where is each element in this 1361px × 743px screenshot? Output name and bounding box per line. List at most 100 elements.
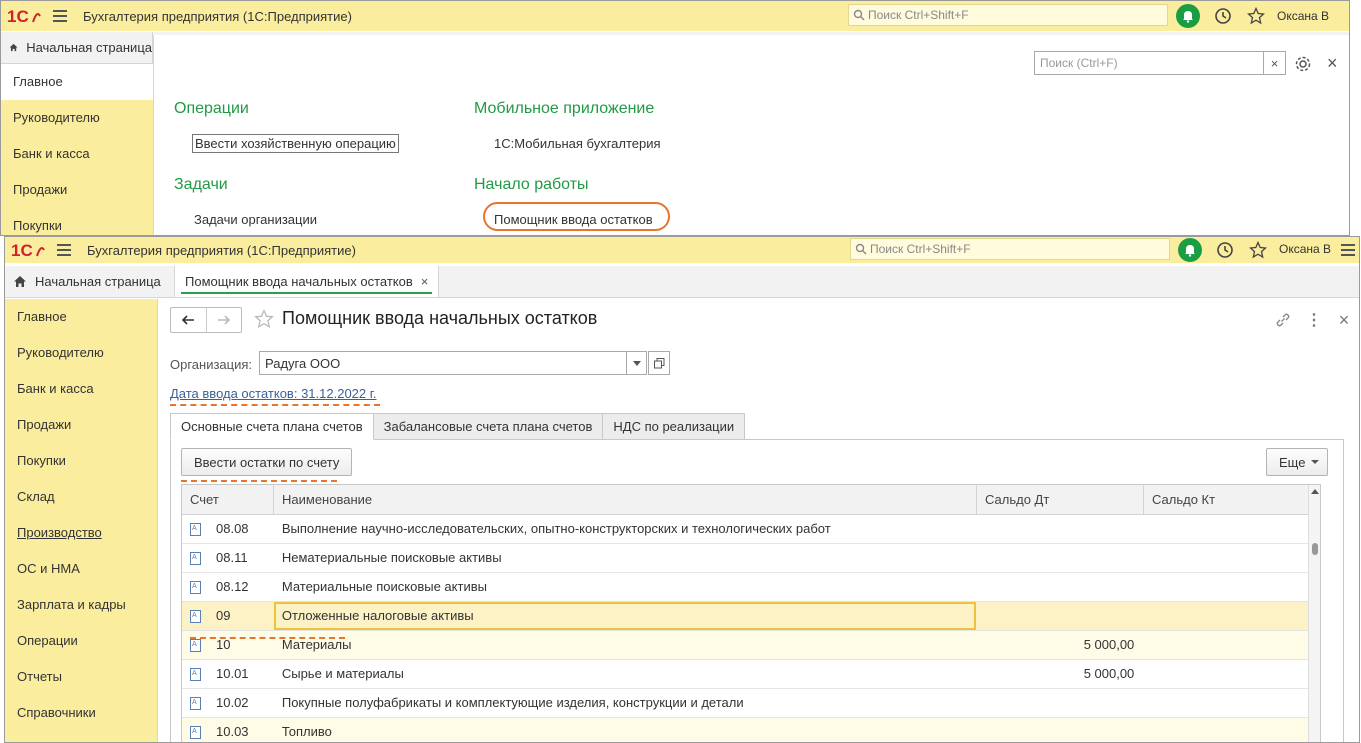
search-icon bbox=[855, 243, 867, 255]
main-menu-icon[interactable] bbox=[53, 10, 67, 22]
column-header[interactable]: Наименование bbox=[274, 485, 977, 514]
account-icon bbox=[190, 515, 201, 543]
favorites-star-icon[interactable] bbox=[1249, 241, 1267, 259]
table-row[interactable]: 10 Материалы 5 000,00 bbox=[182, 631, 1308, 660]
front-window: 1С Бухгалтерия предприятия (1С:Предприят… bbox=[4, 236, 1360, 743]
arrow-right-icon bbox=[217, 315, 230, 325]
user-name[interactable]: Оксана В bbox=[1277, 9, 1329, 23]
more-menu-icon[interactable] bbox=[1341, 244, 1355, 256]
favorite-star-icon[interactable] bbox=[254, 309, 274, 329]
open-window-icon bbox=[653, 357, 664, 368]
notifications-bell-icon[interactable] bbox=[1176, 4, 1200, 28]
history-icon[interactable] bbox=[1214, 7, 1232, 25]
sidebar-item-management[interactable]: Руководителю bbox=[5, 335, 157, 371]
account-icon bbox=[190, 689, 201, 717]
sidebar-item-main[interactable]: Главное bbox=[5, 299, 157, 335]
table-body: 08.08 Выполнение научно-исследовательски… bbox=[182, 515, 1308, 742]
sidebar-item-bank[interactable]: Банк и касса bbox=[5, 371, 157, 407]
sidebar-item-reports[interactable]: Отчеты bbox=[5, 659, 157, 695]
chevron-down-icon bbox=[1311, 460, 1320, 464]
settings-gear-icon[interactable] bbox=[1294, 55, 1312, 73]
home-tab[interactable]: Начальная страница bbox=[5, 266, 175, 297]
section-title-tasks: Задачи bbox=[174, 176, 228, 193]
more-button[interactable]: Еще bbox=[1266, 448, 1329, 476]
focused-cell[interactable]: Отложенные налоговые активы bbox=[273, 602, 976, 630]
app-title: Бухгалтерия предприятия (1С:Предприятие) bbox=[83, 8, 352, 24]
account-icon bbox=[190, 573, 201, 601]
sidebar-item-purchases[interactable]: Покупки bbox=[1, 208, 153, 235]
table-row[interactable]: 08.11 Нематериальные поисковые активы bbox=[182, 544, 1308, 573]
arrow-left-icon bbox=[182, 315, 195, 325]
link-icon[interactable] bbox=[1274, 311, 1292, 329]
sidebar: Главное Руководителю Банк и касса Продаж… bbox=[5, 299, 157, 742]
back-button[interactable] bbox=[171, 308, 207, 332]
close-icon[interactable]: × bbox=[1335, 310, 1353, 330]
global-search-input[interactable]: Поиск Ctrl+Shift+F bbox=[850, 238, 1170, 260]
notifications-bell-icon[interactable] bbox=[1178, 238, 1202, 262]
home-icon bbox=[9, 43, 18, 52]
annotation-underline bbox=[170, 404, 380, 406]
sidebar-item-sales[interactable]: Продажи bbox=[1, 172, 153, 208]
sidebar-item-main[interactable]: Главное bbox=[1, 64, 153, 100]
date-link[interactable]: Дата ввода остатков: 31.12.2022 г. bbox=[170, 386, 377, 401]
account-icon bbox=[190, 544, 201, 572]
home-tab[interactable]: Начальная страница bbox=[1, 32, 153, 63]
org-open-button[interactable] bbox=[648, 351, 670, 375]
scroll-thumb[interactable] bbox=[1312, 543, 1318, 555]
tab-main-accounts[interactable]: Основные счета плана счетов bbox=[170, 413, 374, 440]
history-icon[interactable] bbox=[1216, 241, 1234, 259]
account-icon bbox=[190, 718, 201, 742]
table-row[interactable]: 08.08 Выполнение научно-исследовательски… bbox=[182, 515, 1308, 544]
tab-panel: Ввести остатки по счету Еще Счет Наимено… bbox=[170, 439, 1344, 742]
tabs: Основные счета плана счетов Забалансовые… bbox=[170, 413, 746, 440]
column-header[interactable]: Сальдо Кт bbox=[1144, 485, 1310, 514]
sidebar-item-production[interactable]: Производство bbox=[5, 515, 157, 551]
tab-offbalance-accounts[interactable]: Забалансовые счета плана счетов bbox=[372, 413, 604, 440]
sidebar-item-catalogs[interactable]: Справочники bbox=[5, 695, 157, 731]
column-header[interactable]: Счет bbox=[182, 485, 274, 514]
user-name[interactable]: Оксана В bbox=[1279, 242, 1331, 256]
sidebar-item-assets[interactable]: ОС и НМА bbox=[5, 551, 157, 587]
sidebar-item-sales[interactable]: Продажи bbox=[5, 407, 157, 443]
table-row-selected[interactable]: 09 Отложенные налоговые активы bbox=[182, 602, 1308, 631]
table-row[interactable]: 10.02 Покупные полуфабрикаты и комплекту… bbox=[182, 689, 1308, 718]
forward-button[interactable] bbox=[207, 308, 242, 332]
column-header[interactable]: Сальдо Дт bbox=[977, 485, 1144, 514]
clear-search-button[interactable]: × bbox=[1264, 51, 1286, 75]
sidebar-item-payroll[interactable]: Зарплата и кадры bbox=[5, 587, 157, 623]
table-row[interactable]: 10.01 Сырье и материалы 5 000,00 bbox=[182, 660, 1308, 689]
link-mobile-accounting[interactable]: 1С:Мобильная бухгалтерия bbox=[494, 136, 661, 151]
sidebar-item-purchases[interactable]: Покупки bbox=[5, 443, 157, 479]
vertical-scrollbar[interactable] bbox=[1308, 485, 1320, 742]
sidebar-item-operations[interactable]: Операции bbox=[5, 623, 157, 659]
page-title: Помощник ввода начальных остатков bbox=[282, 308, 598, 328]
table-row[interactable]: 10.03 Топливо bbox=[182, 718, 1308, 742]
tab-balance-assistant[interactable]: Помощник ввода начальных остатков × bbox=[175, 266, 440, 297]
tab-vat[interactable]: НДС по реализации bbox=[602, 413, 746, 440]
more-actions-icon[interactable]: ⋮ bbox=[1305, 311, 1323, 329]
close-icon[interactable]: × bbox=[1327, 53, 1338, 74]
favorites-star-icon[interactable] bbox=[1247, 7, 1265, 25]
svg-text:1С: 1С bbox=[11, 241, 33, 259]
close-tab-icon[interactable]: × bbox=[421, 274, 429, 289]
scroll-up-icon[interactable] bbox=[1311, 489, 1319, 494]
assistant-form: Помощник ввода начальных остатков ⋮ × Ор… bbox=[157, 299, 1359, 742]
enter-balance-button[interactable]: Ввести остатки по счету bbox=[181, 448, 353, 476]
section-title-operations: Операции bbox=[174, 100, 249, 117]
sidebar-item-management[interactable]: Руководителю bbox=[1, 100, 153, 136]
annotation-underline bbox=[181, 480, 337, 482]
page-search-input[interactable]: Поиск (Ctrl+F) bbox=[1034, 51, 1264, 75]
table-row[interactable]: 08.12 Материальные поисковые активы bbox=[182, 573, 1308, 602]
link-enter-operation[interactable]: Ввести хозяйственную операцию bbox=[192, 134, 399, 153]
link-org-tasks[interactable]: Задачи организации bbox=[194, 212, 317, 227]
global-search-input[interactable]: Поиск Ctrl+Shift+F bbox=[848, 4, 1168, 26]
chevron-down-icon bbox=[632, 360, 641, 366]
sidebar: Главное Руководителю Банк и касса Продаж… bbox=[1, 64, 153, 235]
nav-buttons bbox=[170, 307, 242, 333]
main-menu-icon[interactable] bbox=[57, 244, 71, 256]
org-dropdown-button[interactable] bbox=[627, 351, 647, 375]
org-input[interactable]: Радуга ООО bbox=[259, 351, 627, 375]
org-label: Организация: bbox=[170, 357, 253, 372]
sidebar-item-warehouse[interactable]: Склад bbox=[5, 479, 157, 515]
sidebar-item-bank[interactable]: Банк и касса bbox=[1, 136, 153, 172]
